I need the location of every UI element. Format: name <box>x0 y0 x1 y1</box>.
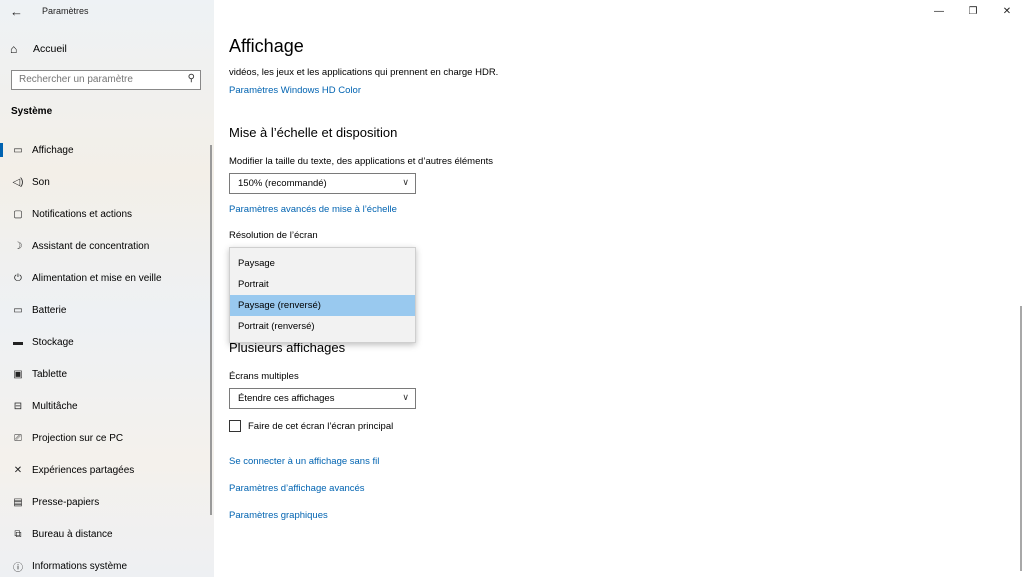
orientation-option[interactable]: Paysage <box>230 253 415 274</box>
sidebar-item-label: Tablette <box>32 368 68 380</box>
storage-icon: ▬ <box>13 336 23 348</box>
projection-icon: ⎚ <box>14 432 22 444</box>
title-bar: ← Paramètres <box>0 0 214 24</box>
sidebar-item-projection[interactable]: ⎚ Projection sur ce PC <box>0 422 214 454</box>
advanced-scaling-link[interactable]: Paramètres avancés de mise à l’échelle <box>229 204 397 215</box>
sidebar-item-label: Notifications et actions <box>32 208 133 220</box>
notification-icon: ▢ <box>13 208 23 220</box>
sidebar-item-label: Projection sur ce PC <box>32 432 124 444</box>
multi-display-value: Étendre ces affichages <box>238 393 335 404</box>
battery-icon: ▭ <box>13 304 23 316</box>
multi-display-label: Écrans multiples <box>229 371 299 382</box>
chevron-down-icon: ∨ <box>402 177 409 187</box>
search-box[interactable]: ⚲ <box>11 70 201 90</box>
sidebar-item-tablette[interactable]: ▣ Tablette <box>0 358 214 390</box>
search-input[interactable] <box>19 74 184 85</box>
close-icon[interactable]: ✕ <box>990 0 1024 24</box>
sidebar-item-concentration[interactable]: ☽ Assistant de concentration <box>0 230 214 262</box>
app-title: Paramètres <box>42 6 89 16</box>
main-scrollbar[interactable] <box>1020 306 1022 571</box>
sidebar-item-label: Alimentation et mise en veille <box>32 272 162 284</box>
scale-value: 150% (recommandé) <box>238 178 327 189</box>
speaker-icon: ◁) <box>12 176 24 188</box>
sidebar-item-affichage[interactable]: ▭ Affichage <box>0 134 214 166</box>
back-arrow-icon[interactable]: ← <box>10 4 23 19</box>
orientation-option-selected[interactable]: Paysage (renversé) <box>230 295 415 316</box>
multitask-icon: ⊟ <box>13 400 23 412</box>
home-label: Accueil <box>33 43 67 55</box>
sidebar-item-label: Presse-papiers <box>32 496 100 508</box>
power-icon: ⏻ <box>14 272 22 284</box>
sidebar-item-experiences[interactable]: ✕ Expériences partagées <box>0 454 214 486</box>
section-title: Système <box>11 106 53 117</box>
tablet-icon: ▣ <box>13 368 23 380</box>
sidebar-item-notifications[interactable]: ▢ Notifications et actions <box>0 198 214 230</box>
main-content: — ❐ ✕ Affichage vidéos, les jeux et les … <box>214 0 1024 577</box>
resolution-label: Résolution de l’écran <box>229 230 318 241</box>
graphics-settings-link[interactable]: Paramètres graphiques <box>229 510 328 521</box>
search-icon[interactable]: ⚲ <box>188 73 195 84</box>
sidebar-item-home[interactable]: ⌂ Accueil <box>10 42 67 56</box>
scale-label: Modifier la taille du texte, des applica… <box>229 156 494 167</box>
orientation-option[interactable]: Portrait <box>230 274 415 295</box>
scale-dropdown[interactable]: 150% (recommandé) ∨ <box>229 173 416 194</box>
sidebar-item-presse-papiers[interactable]: ▤ Presse-papiers <box>0 486 214 518</box>
sidebar-item-bureau-distance[interactable]: ⧉ Bureau à distance <box>0 518 214 550</box>
checkbox-label: Faire de cet écran l’écran principal <box>248 420 394 432</box>
sidebar-item-label: Multitâche <box>32 400 78 412</box>
orientation-dropdown-list: Paysage Portrait Paysage (renversé) Port… <box>229 247 416 343</box>
clipboard-icon: ▤ <box>13 496 23 508</box>
sidebar-item-label: Expériences partagées <box>32 464 135 476</box>
remote-icon: ⧉ <box>14 528 22 540</box>
orientation-option[interactable]: Portrait (renversé) <box>230 316 415 337</box>
hdr-color-link[interactable]: Paramètres Windows HD Color <box>229 85 361 96</box>
display-icon: ▭ <box>13 144 23 156</box>
shared-icon: ✕ <box>13 464 23 476</box>
sidebar-item-label: Assistant de concentration <box>32 240 150 252</box>
restore-icon[interactable]: ❐ <box>956 0 990 24</box>
sidebar-item-label: Affichage <box>32 144 74 156</box>
chevron-down-icon: ∨ <box>402 392 409 402</box>
checkbox-box[interactable] <box>229 420 241 432</box>
sidebar-item-alimentation[interactable]: ⏻ Alimentation et mise en veille <box>0 262 214 294</box>
sidebar-item-stockage[interactable]: ▬ Stockage <box>0 326 214 358</box>
advanced-display-link[interactable]: Paramètres d’affichage avancés <box>229 483 365 494</box>
sidebar-item-informations[interactable]: ⓘ Informations système <box>0 550 214 577</box>
window-controls: — ❐ ✕ <box>922 0 1024 24</box>
hdr-description: vidéos, les jeux et les applications qui… <box>229 67 499 78</box>
sidebar-item-multitache[interactable]: ⊟ Multitâche <box>0 390 214 422</box>
home-icon: ⌂ <box>10 42 18 56</box>
sidebar-item-son[interactable]: ◁) Son <box>0 166 214 198</box>
primary-display-checkbox[interactable]: Faire de cet écran l’écran principal <box>229 420 393 432</box>
wireless-display-link[interactable]: Se connecter à un affichage sans fil <box>229 456 379 467</box>
info-icon: ⓘ <box>13 562 23 574</box>
sidebar-nav: ▭ Affichage ◁) Son ▢ Notifications et ac… <box>0 134 214 577</box>
sidebar-item-label: Bureau à distance <box>32 528 113 540</box>
sidebar-item-batterie[interactable]: ▭ Batterie <box>0 294 214 326</box>
sidebar-item-label: Son <box>32 176 50 188</box>
page-title: Affichage <box>229 36 304 56</box>
sidebar: ← Paramètres ⌂ Accueil ⚲ Système ▭ Affic… <box>0 0 214 577</box>
sidebar-scrollbar[interactable] <box>210 145 212 515</box>
minimize-icon[interactable]: — <box>922 0 956 24</box>
multi-display-dropdown[interactable]: Étendre ces affichages ∨ <box>229 388 416 409</box>
moon-icon: ☽ <box>13 240 23 252</box>
sidebar-item-label: Stockage <box>32 336 74 348</box>
sidebar-item-label: Informations système <box>32 560 128 572</box>
scale-heading: Mise à l’échelle et disposition <box>229 125 398 140</box>
sidebar-item-label: Batterie <box>32 304 67 316</box>
